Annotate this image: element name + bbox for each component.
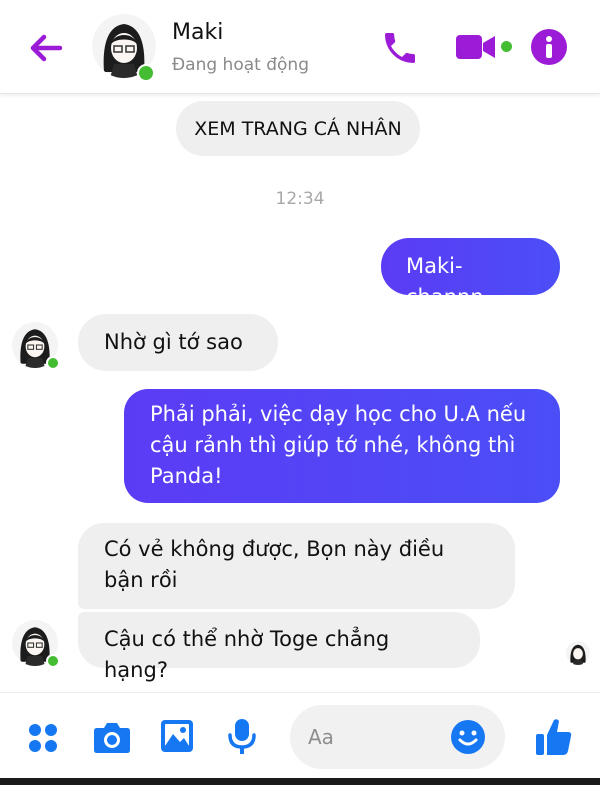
online-indicator [137,64,155,82]
message-composer[interactable] [290,705,505,769]
phone-icon [385,33,415,63]
info-icon [531,29,567,65]
video-camera-icon [456,35,495,59]
view-profile-button[interactable]: XEM TRANG CÁ NHÂN [176,101,420,156]
apps-button[interactable] [27,722,59,754]
video-active-dot [499,39,514,54]
thumbs-up-icon [536,719,572,755]
seen-receipt-avatar [566,641,590,665]
system-nav-bar [0,778,600,785]
like-button[interactable] [535,717,573,757]
sent-message[interactable]: Phải phải, việc dạy học cho U.A nếu cậu … [124,389,560,503]
received-message[interactable]: Cậu có thể nhờ Toge chẳng hạng? [78,612,480,682]
emoji-icon [451,720,485,754]
received-message[interactable]: Nhờ gì tớ sao [78,314,278,371]
online-indicator [46,654,60,668]
received-message[interactable]: Có vẻ không được, Bọn này điều bận rồi [78,523,515,609]
back-button[interactable] [26,28,66,68]
online-indicator [46,356,60,370]
camera-button[interactable] [93,722,131,754]
contact-status: Đang hoạt động [172,55,309,75]
chat-header: Maki Đang hoạt động [0,0,600,94]
emoji-button[interactable] [450,719,486,755]
info-button[interactable] [530,28,568,66]
gallery-icon [161,720,193,752]
voice-button[interactable] [228,718,256,756]
message-timestamp: 12:34 [275,189,325,209]
camera-icon [94,723,130,753]
back-arrow-icon [30,34,63,62]
call-button[interactable] [380,28,420,68]
apps-icon [29,724,57,752]
contact-name[interactable]: Maki [172,20,223,45]
sent-message[interactable]: Maki-channn [381,238,560,309]
video-call-button[interactable] [455,32,497,62]
gallery-button[interactable] [160,719,194,753]
microphone-icon [228,719,256,754]
message-input[interactable] [308,721,448,753]
